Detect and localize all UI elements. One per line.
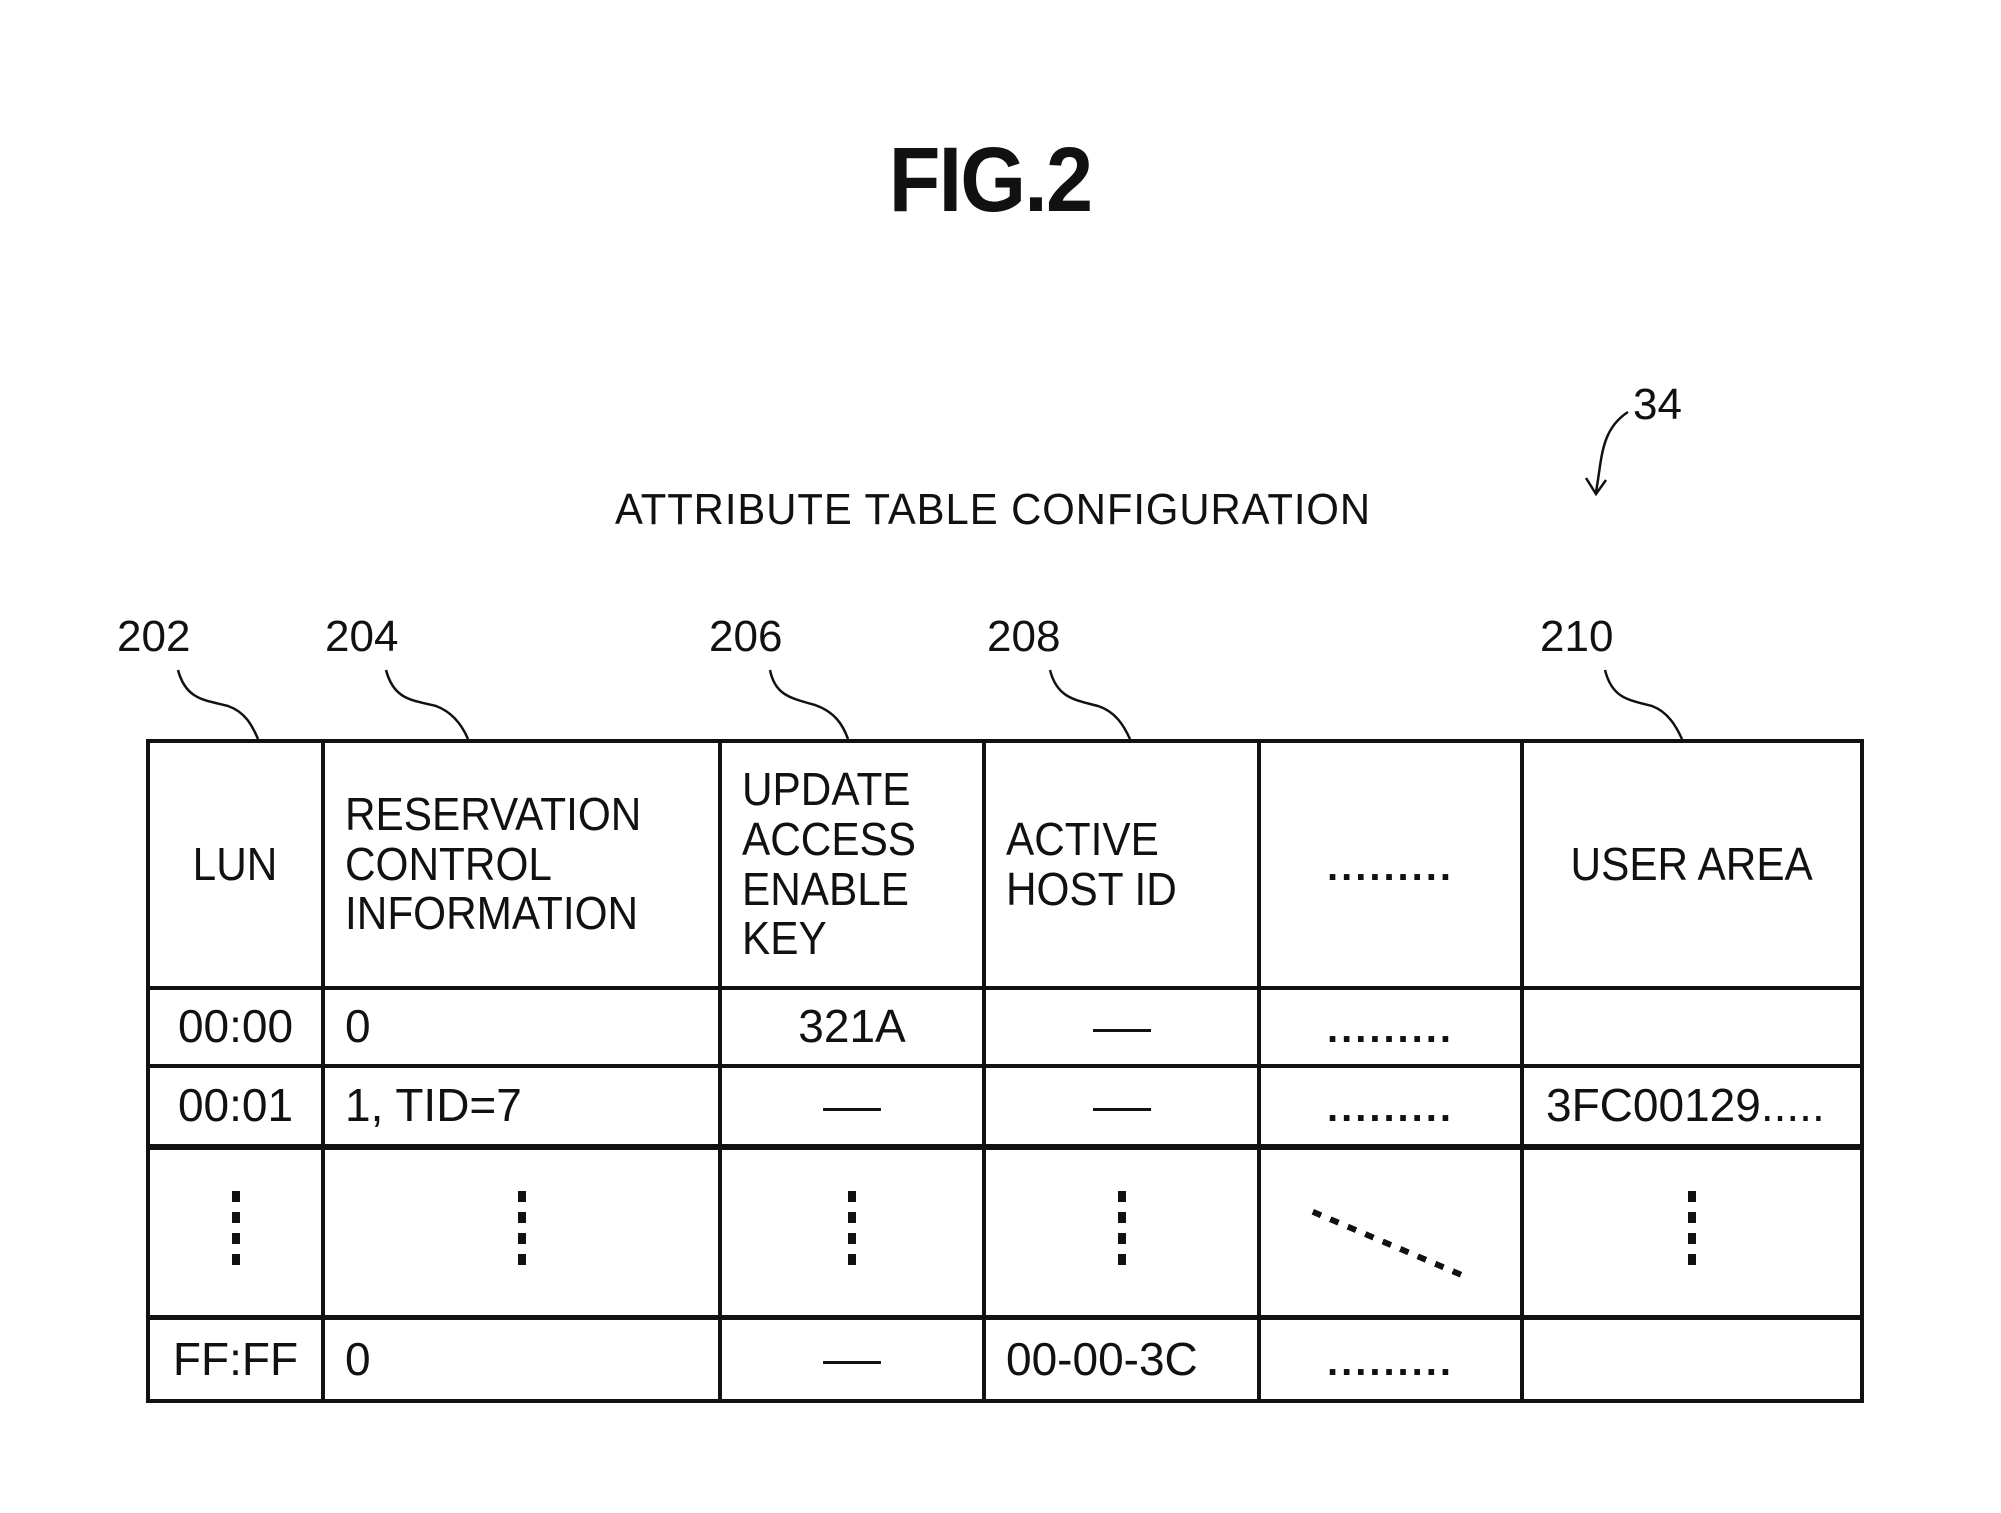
dash-icon [1092, 1028, 1151, 1032]
header-more-columns: ......... [1257, 739, 1524, 990]
cell-update-key: 321A [718, 986, 986, 1068]
attribute-table: LUN RESERVATION CONTROL INFORMATION UPDA… [146, 739, 1864, 1403]
leader-204 [384, 669, 470, 740]
vertical-ellipsis-icon [231, 1190, 240, 1265]
cell-update-key [718, 1064, 986, 1149]
cell-reservation: 0 [321, 1315, 722, 1403]
cell-update-key [718, 1315, 986, 1403]
cell-user-area [1520, 986, 1864, 1068]
cell-lun: 00:00 [146, 986, 325, 1068]
column-ref-reservation: 204 [325, 612, 399, 661]
table-header-row: LUN RESERVATION CONTROL INFORMATION UPDA… [146, 739, 1864, 990]
cell-reservation: 1, TID=7 [321, 1064, 722, 1149]
cell-more [1257, 1144, 1524, 1320]
cell-reservation [321, 1144, 722, 1320]
cell-more: ......... [1257, 1315, 1524, 1403]
cell-host-id [982, 1144, 1261, 1320]
header-lun: LUN [146, 739, 325, 990]
table-row: FF:FF 0 00-00-3C ......... [146, 1315, 1864, 1403]
column-ref-user-area: 210 [1540, 612, 1614, 661]
header-update-access-enable-key: UPDATE ACCESS ENABLE KEY [718, 739, 986, 990]
vertical-ellipsis-icon [517, 1190, 526, 1265]
dash-icon [823, 1361, 881, 1364]
column-ref-lun: 202 [117, 612, 191, 661]
cell-user-area [1520, 1315, 1864, 1403]
cell-update-key [718, 1144, 986, 1320]
vertical-ellipsis-icon [1117, 1190, 1126, 1265]
cell-lun: FF:FF [146, 1315, 325, 1403]
table-caption: ATTRIBUTE TABLE CONFIGURATION [614, 485, 1372, 534]
cell-lun: 00:01 [146, 1064, 325, 1149]
leader-206 [768, 669, 850, 740]
cell-host-id: 00-00-3C [982, 1315, 1261, 1403]
leader-202 [176, 669, 260, 740]
diagonal-ellipsis-icon [1311, 1208, 1470, 1281]
reference-numeral-34: 34 [1633, 380, 1682, 429]
table-row-ellipsis [146, 1144, 1864, 1320]
cell-user-area: 3FC00129..... [1520, 1064, 1864, 1149]
dash-icon [1092, 1107, 1151, 1111]
cell-reservation: 0 [321, 986, 722, 1068]
cell-lun [146, 1144, 325, 1320]
dash-icon [823, 1107, 881, 1111]
vertical-ellipsis-icon [1688, 1190, 1696, 1265]
leader-208 [1048, 669, 1132, 740]
figure-title: FIG.2 [888, 129, 1093, 231]
cell-host-id [982, 986, 1261, 1068]
header-reservation-control-information: RESERVATION CONTROL INFORMATION [321, 739, 722, 990]
cell-more: ......... [1257, 986, 1524, 1068]
column-ref-update-key: 206 [709, 612, 783, 661]
leader-210 [1603, 669, 1684, 740]
cell-host-id [982, 1064, 1261, 1149]
header-user-area: USER AREA [1520, 739, 1864, 990]
cell-user-area [1520, 1144, 1864, 1320]
header-active-host-id: ACTIVE HOST ID [982, 739, 1261, 990]
table-row: 00:00 0 321A ......... [146, 986, 1864, 1068]
vertical-ellipsis-icon [848, 1190, 856, 1265]
cell-more: ......... [1257, 1064, 1524, 1149]
table-row: 00:01 1, TID=7 ......... 3FC00129..... [146, 1064, 1864, 1149]
leader-arrow-34 [1594, 410, 1629, 493]
column-ref-host-id: 208 [987, 612, 1061, 661]
